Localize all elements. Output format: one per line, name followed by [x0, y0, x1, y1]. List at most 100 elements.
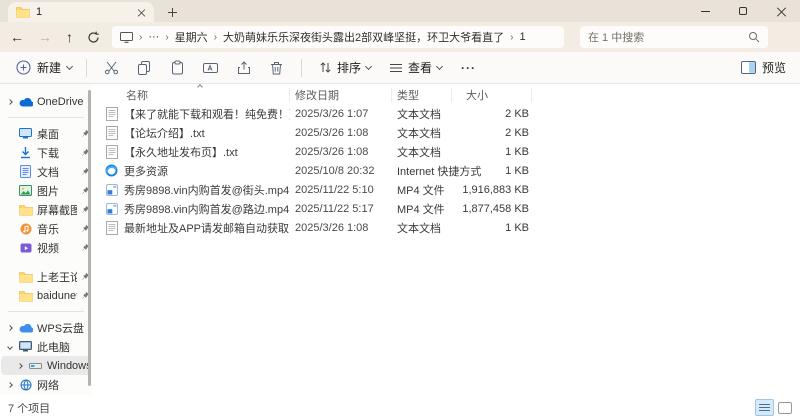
sidebar-item-screenshots[interactable]: 屏幕截图: [0, 200, 92, 219]
delete-button[interactable]: [268, 61, 285, 75]
file-size: 1,916,883 KB: [462, 183, 529, 196]
this-pc-icon: [18, 341, 33, 352]
sidebar-item-onedrive[interactable]: OneDrive: [0, 92, 92, 111]
sidebar-item-wps-cloud[interactable]: WPS云盘: [0, 318, 92, 337]
maximize-icon: [739, 7, 747, 15]
chevron-down-icon[interactable]: [5, 342, 14, 351]
status-bar: 7 个项目: [0, 395, 800, 420]
sidebar-item-folder[interactable]: 上老王论坛当: [0, 267, 92, 286]
sidebar-item-network[interactable]: 网络: [0, 375, 92, 394]
sidebar-divider: [8, 117, 84, 118]
explorer-tab[interactable]: 1: [8, 2, 154, 22]
file-type: 文本文档: [397, 127, 441, 140]
chevron-right-icon[interactable]: [15, 361, 24, 370]
breadcrumb-item[interactable]: 1: [520, 31, 526, 43]
new-button[interactable]: 新建: [10, 59, 78, 76]
close-button[interactable]: [762, 0, 800, 22]
column-header-size[interactable]: 大小: [452, 88, 532, 102]
close-icon: [777, 7, 786, 16]
forward-button[interactable]: →: [38, 29, 52, 45]
folder-icon: [18, 204, 33, 216]
refresh-icon[interactable]: [87, 31, 100, 44]
preview-toggle[interactable]: 预览: [740, 59, 786, 76]
new-button-label: 新建: [37, 61, 62, 75]
view-button-label: 查看: [408, 61, 433, 75]
file-date: 2025/3/26 1:08: [295, 221, 369, 234]
new-tab-button[interactable]: [164, 4, 180, 20]
navigation-pane: OneDrive 桌面 下载 文档 图片 屏幕截图 音乐 视频 上老王论 bai…: [0, 84, 92, 395]
sidebar-item-downloads[interactable]: 下载: [0, 143, 92, 162]
file-type: 文本文档: [397, 108, 441, 121]
file-size: 1 KB: [505, 221, 529, 234]
onedrive-cloud-icon: [18, 97, 33, 107]
sidebar-item-pictures[interactable]: 图片: [0, 181, 92, 200]
chevron-down-icon: [65, 62, 74, 70]
file-row[interactable]: 秀房9898.vin内购首发@路边.mp4 2025/11/22 5:17 MP…: [92, 199, 800, 218]
search-input[interactable]: 在 1 中搜索: [580, 26, 768, 48]
trash-icon: [271, 61, 283, 74]
cut-button[interactable]: [103, 60, 120, 75]
view-button[interactable]: 查看: [389, 59, 444, 76]
sidebar-item-windows-ssd[interactable]: Windows-SSD: [1, 356, 91, 375]
file-type: Internet 快捷方式: [397, 165, 482, 178]
share-button[interactable]: [235, 60, 252, 75]
sidebar-item-videos[interactable]: 视频: [0, 238, 92, 257]
more-options-button[interactable]: ···: [461, 61, 476, 75]
breadcrumb-item[interactable]: 大奶萌妹乐乐深夜街头露出2部双峰坚挺，环卫大爷看直了: [223, 29, 504, 45]
sidebar-item-music[interactable]: 音乐: [0, 219, 92, 238]
column-header-type[interactable]: 类型: [392, 88, 452, 102]
breadcrumb[interactable]: › ··· › 星期六 › 大奶萌妹乐乐深夜街头露出2部双峰坚挺，环卫大爷看直了…: [112, 26, 564, 48]
tab-close-icon[interactable]: [138, 8, 145, 15]
back-button[interactable]: ←: [10, 29, 24, 45]
file-name: 【论坛介绍】.txt: [124, 127, 205, 140]
copy-button[interactable]: [136, 60, 153, 75]
details-view-button[interactable]: [755, 399, 774, 416]
sidebar-item-desktop[interactable]: 桌面: [0, 124, 92, 143]
file-row[interactable]: 【论坛介绍】.txt 2025/3/26 1:08 文本文档 2 KB: [92, 123, 800, 142]
chevron-right-icon[interactable]: [5, 97, 14, 106]
file-row[interactable]: 【来了就能下载和观看！纯免费！】.txt 2025/3/26 1:07 文本文档…: [92, 104, 800, 123]
file-date: 2025/3/26 1:08: [295, 145, 369, 158]
chevron-right-icon[interactable]: [5, 380, 14, 389]
rename-button[interactable]: [202, 61, 219, 75]
file-row[interactable]: 最新地址及APP请发邮箱自动获取！！！.txt 2025/3/26 1:08 文…: [92, 218, 800, 237]
file-type: 文本文档: [397, 146, 441, 159]
breadcrumb-item[interactable]: 星期六: [175, 29, 208, 45]
video-file-icon: [105, 183, 118, 196]
breadcrumb-separator: ›: [510, 31, 514, 43]
sidebar-item-this-pc[interactable]: 此电脑: [0, 337, 92, 356]
sidebar-item-baidunetdisk[interactable]: baidunetdisk: [0, 286, 92, 305]
file-size: 2 KB: [505, 107, 529, 120]
sidebar-divider: [8, 311, 84, 312]
file-row[interactable]: 更多资源 2025/10/8 20:32 Internet 快捷方式 1 KB: [92, 161, 800, 180]
folder-icon: [18, 271, 33, 283]
minimize-button[interactable]: [686, 0, 724, 22]
address-bar-row: ← → ↑ › ··· › 星期六 › 大奶萌妹乐乐深夜街头露出2部双峰坚挺，环…: [0, 22, 800, 52]
file-row[interactable]: 【永久地址发布页】.txt 2025/3/26 1:08 文本文档 1 KB: [92, 142, 800, 161]
sidebar-scrollbar[interactable]: [88, 90, 91, 386]
internet-shortcut-icon: [105, 164, 118, 177]
preview-pane-icon: [740, 61, 756, 74]
column-header-date-modified[interactable]: 修改日期: [290, 88, 392, 102]
maximize-button[interactable]: [724, 0, 762, 22]
chevron-down-icon: [436, 62, 444, 70]
breadcrumb-ellipsis[interactable]: ···: [148, 31, 159, 43]
search-icon: [749, 32, 760, 43]
column-header-name[interactable]: 名称: [92, 88, 290, 102]
file-type: MP4 文件: [397, 184, 445, 197]
sort-arrows-icon: [320, 62, 331, 73]
folder-icon: [18, 290, 33, 302]
column-headers: 名称 修改日期 类型 大小: [92, 84, 800, 104]
sort-button[interactable]: 排序: [319, 59, 373, 76]
file-date: 2025/11/22 5:17: [295, 202, 374, 215]
file-name: 【来了就能下载和观看！纯免费！】.txt: [124, 108, 290, 121]
file-date: 2025/3/26 1:07: [295, 107, 369, 120]
text-file-icon: [105, 106, 118, 121]
breadcrumb-separator: ›: [139, 31, 143, 43]
sidebar-item-documents[interactable]: 文档: [0, 162, 92, 181]
up-button[interactable]: ↑: [66, 29, 73, 45]
large-icons-view-button[interactable]: [778, 401, 792, 414]
paste-button[interactable]: [169, 60, 186, 75]
file-row[interactable]: 秀房9898.vin内购首发@街头.mp4 2025/11/22 5:10 MP…: [92, 180, 800, 199]
chevron-right-icon[interactable]: [5, 323, 14, 332]
